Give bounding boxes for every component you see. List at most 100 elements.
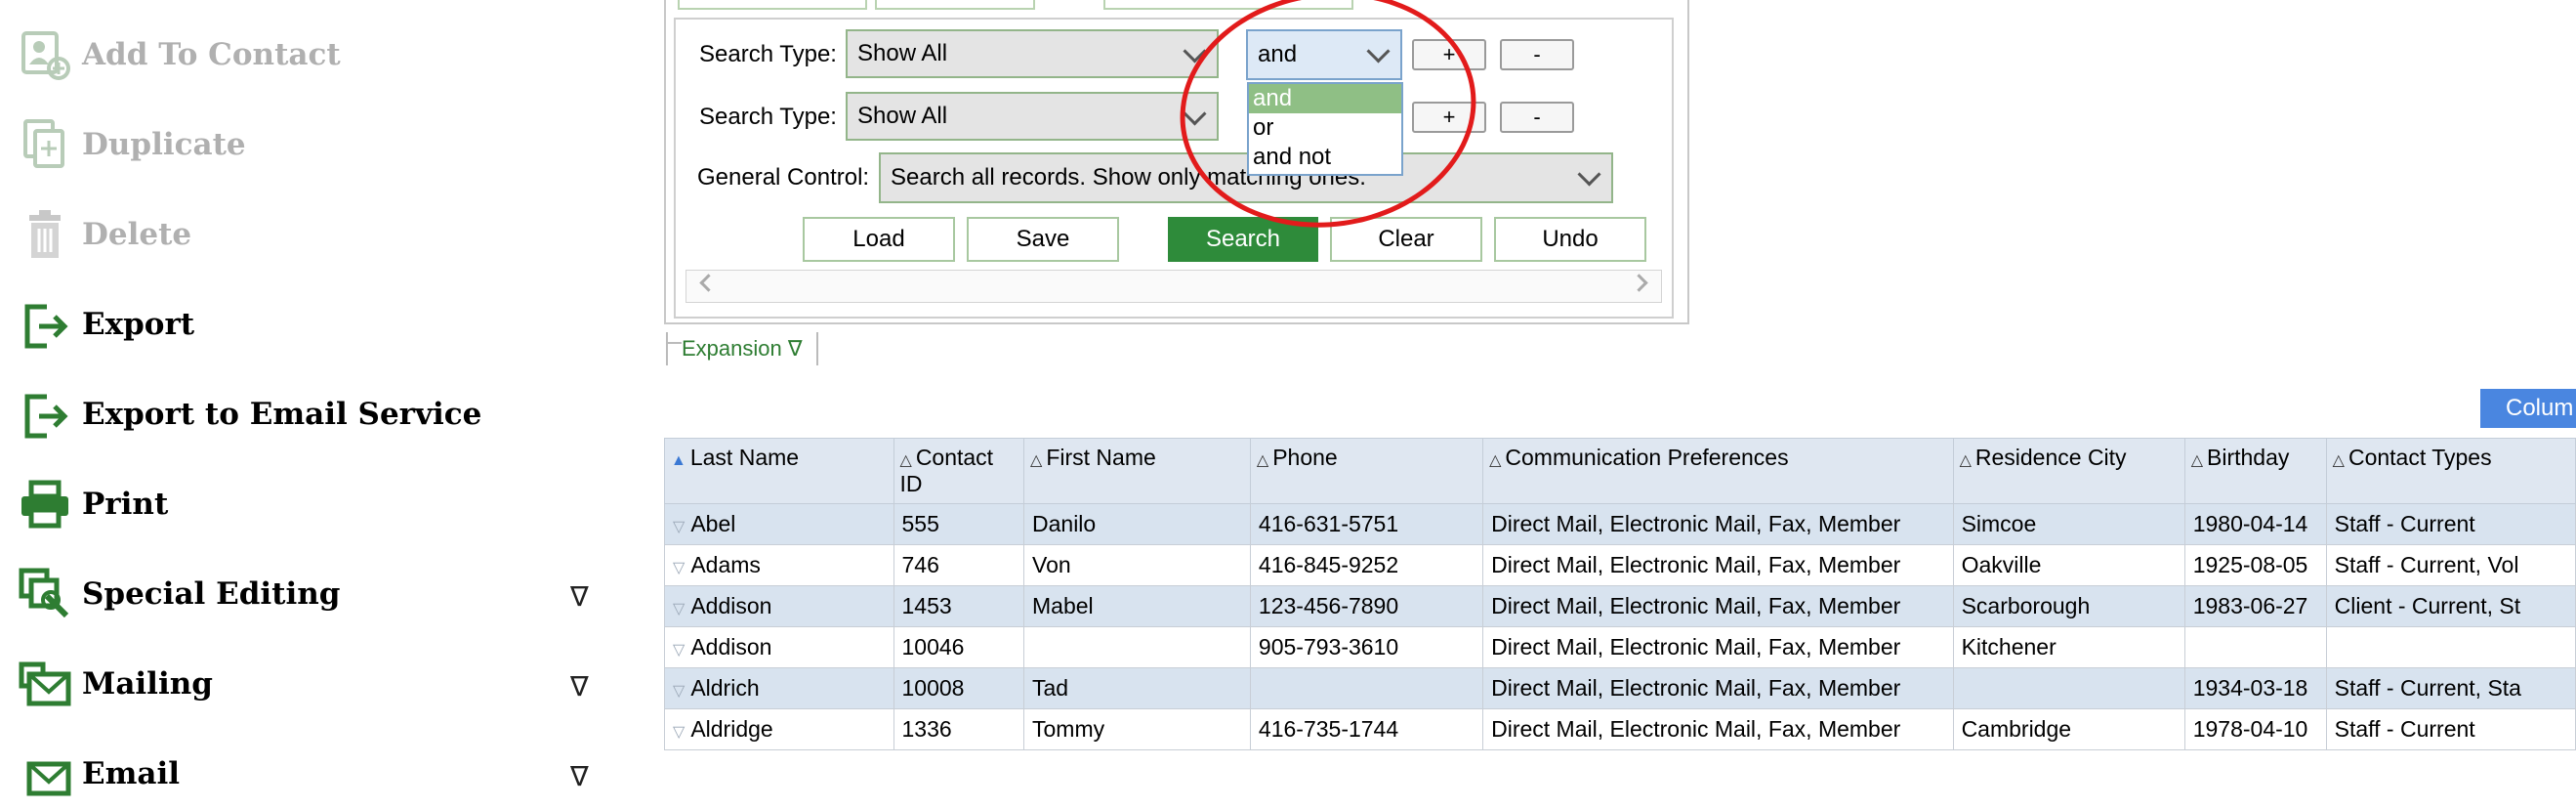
column-header-communication-preferences[interactable]: △ Communication Preferences <box>1482 438 1954 504</box>
sort-icon: △ <box>1489 452 1502 469</box>
chevron-down-icon[interactable]: ∇ <box>570 670 589 703</box>
cell-first-name <box>1023 626 1251 668</box>
expand-row-icon[interactable]: ▽ <box>673 683 685 700</box>
cell-contact-id: 555 <box>893 503 1024 545</box>
table-row[interactable]: ▽ Aldridge 1336 Tommy 416-735-1744 Direct… <box>664 708 2576 750</box>
top-tab[interactable] <box>875 0 1035 10</box>
sidebar-item-label: Print <box>82 487 169 522</box>
column-header-first-name[interactable]: △ First Name <box>1023 438 1251 504</box>
expand-row-icon[interactable]: ▽ <box>673 519 685 535</box>
search-type-select[interactable]: Show All <box>846 29 1219 78</box>
sidebar-item-export[interactable]: Export <box>18 289 623 360</box>
general-control-select[interactable]: Search all records. Show only matching o… <box>879 152 1613 203</box>
sidebar-item-special-editing[interactable]: Special Editing ∇ <box>18 559 623 629</box>
column-header-birthday[interactable]: △ Birthday <box>2183 438 2327 504</box>
expand-row-icon[interactable]: ▽ <box>673 560 685 576</box>
column-header-residence-city[interactable]: △ Residence City <box>1952 438 2185 504</box>
cell-phone: 416-845-9252 <box>1249 544 1484 586</box>
cell-contact-id: 1453 <box>893 585 1024 627</box>
top-tab[interactable] <box>678 0 867 10</box>
sidebar-item-print[interactable]: Print <box>18 469 623 539</box>
sidebar-item-label: Export <box>82 307 195 342</box>
undo-button[interactable]: Undo <box>1494 217 1646 262</box>
cell-birthday: 1978-04-10 <box>2183 708 2327 750</box>
cell-last-name: ▽ Aldrich <box>664 667 894 709</box>
cell-phone: 416-631-5751 <box>1249 503 1484 545</box>
chevron-down-icon[interactable]: ∇ <box>570 760 589 792</box>
scroll-left-icon[interactable] <box>699 274 718 292</box>
sidebar-item-duplicate[interactable]: Duplicate <box>18 109 623 180</box>
cell-communication-preferences: Direct Mail, Electronic Mail, Fax, Membe… <box>1482 544 1954 586</box>
search-type-value: Show All <box>857 40 948 66</box>
special-edit-icon <box>18 567 72 621</box>
cell-contact-types: Staff - Current, Vol <box>2325 544 2576 586</box>
export-icon <box>18 387 72 442</box>
expansion-toggle[interactable]: Expansion ∇ <box>666 332 818 365</box>
duplicate-icon <box>18 117 72 172</box>
cell-contact-types <box>2325 626 2576 668</box>
clear-button[interactable]: Clear <box>1330 217 1482 262</box>
cell-phone: 416-735-1744 <box>1249 708 1484 750</box>
cell-phone: 123-456-7890 <box>1249 585 1484 627</box>
search-button[interactable]: Search <box>1168 217 1318 262</box>
cell-contact-id: 10008 <box>893 667 1024 709</box>
cell-communication-preferences: Direct Mail, Electronic Mail, Fax, Membe… <box>1482 626 1954 668</box>
operator-option-or[interactable]: or <box>1249 113 1401 143</box>
column-header-contact-types[interactable]: △ Contact Types <box>2325 438 2576 504</box>
sort-icon: △ <box>2332 452 2345 469</box>
top-tab[interactable] <box>1103 0 1353 10</box>
cell-last-name: ▽ Adams <box>664 544 894 586</box>
chevron-down-icon <box>1183 39 1207 64</box>
operator-select[interactable]: and <box>1246 29 1402 80</box>
cell-contact-types: Staff - Current <box>2325 503 2576 545</box>
operator-option-and[interactable]: and <box>1249 84 1401 113</box>
columns-button[interactable]: Colum <box>2480 389 2576 428</box>
add-criteria-button[interactable]: + <box>1412 102 1486 133</box>
mail-icon <box>18 746 72 801</box>
remove-criteria-button[interactable]: - <box>1500 39 1574 70</box>
sidebar-item-email[interactable]: Email ∇ <box>18 739 623 809</box>
cell-first-name: Mabel <box>1023 585 1251 627</box>
scroll-right-icon[interactable] <box>1630 274 1648 292</box>
chevron-down-icon <box>1183 102 1207 126</box>
sidebar-item-add-to-contact[interactable]: Add To Contact <box>18 20 623 90</box>
search-type-select[interactable]: Show All <box>846 92 1219 141</box>
table-row[interactable]: ▽ Adams 746 Von 416-845-9252 Direct Mail,… <box>664 544 2576 586</box>
remove-criteria-button[interactable]: - <box>1500 102 1574 133</box>
sidebar-item-delete[interactable]: Delete <box>18 199 623 270</box>
save-button[interactable]: Save <box>967 217 1119 262</box>
expand-row-icon[interactable]: ▽ <box>673 601 685 617</box>
sidebar-item-export-to-email-service[interactable]: Export to Email Service <box>18 379 623 449</box>
operator-value: and <box>1258 41 1298 67</box>
sidebar-item-label: Mailing <box>82 666 213 702</box>
sidebar-item-label: Export to Email Service <box>82 397 482 432</box>
chevron-down-icon[interactable]: ∇ <box>570 580 589 613</box>
cell-last-name: ▽ Addison <box>664 626 894 668</box>
cell-contact-types: Staff - Current, Sta <box>2325 667 2576 709</box>
cell-residence-city: Oakville <box>1952 544 2185 586</box>
sidebar-item-label: Duplicate <box>82 127 246 162</box>
table-row[interactable]: ▽ Addison 10046 905-793-3610 Direct Mail,… <box>664 626 2576 668</box>
cell-phone <box>1249 667 1484 709</box>
cell-communication-preferences: Direct Mail, Electronic Mail, Fax, Membe… <box>1482 503 1954 545</box>
search-type-value: Show All <box>857 103 948 129</box>
table-row[interactable]: ▽ Abel 555 Danilo 416-631-5751 Direct Mai… <box>664 503 2576 545</box>
expand-row-icon[interactable]: ▽ <box>673 724 685 741</box>
column-header-last-name[interactable]: ▲ Last Name <box>664 438 894 504</box>
mail-icon <box>18 657 72 711</box>
table-row[interactable]: ▽ Addison 1453 Mabel 123-456-7890 Direct … <box>664 585 2576 627</box>
cell-birthday: 1925-08-05 <box>2183 544 2327 586</box>
export-icon <box>18 297 72 352</box>
expand-row-icon[interactable]: ▽ <box>673 642 685 659</box>
table-row[interactable]: ▽ Aldrich 10008 Tad Direct Mail, Electron… <box>664 667 2576 709</box>
horizontal-scrollbar[interactable] <box>686 270 1662 303</box>
add-criteria-button[interactable]: + <box>1412 39 1486 70</box>
column-header-phone[interactable]: △ Phone <box>1249 438 1484 504</box>
operator-option-and-not[interactable]: and not <box>1249 143 1401 172</box>
sidebar-item-mailing[interactable]: Mailing ∇ <box>18 649 623 719</box>
load-button[interactable]: Load <box>803 217 955 262</box>
cell-residence-city: Simcoe <box>1952 503 2185 545</box>
column-header-contact-id[interactable]: △ Contact ID <box>893 438 1024 504</box>
sort-icon: △ <box>1030 452 1043 469</box>
cell-last-name: ▽ Abel <box>664 503 894 545</box>
